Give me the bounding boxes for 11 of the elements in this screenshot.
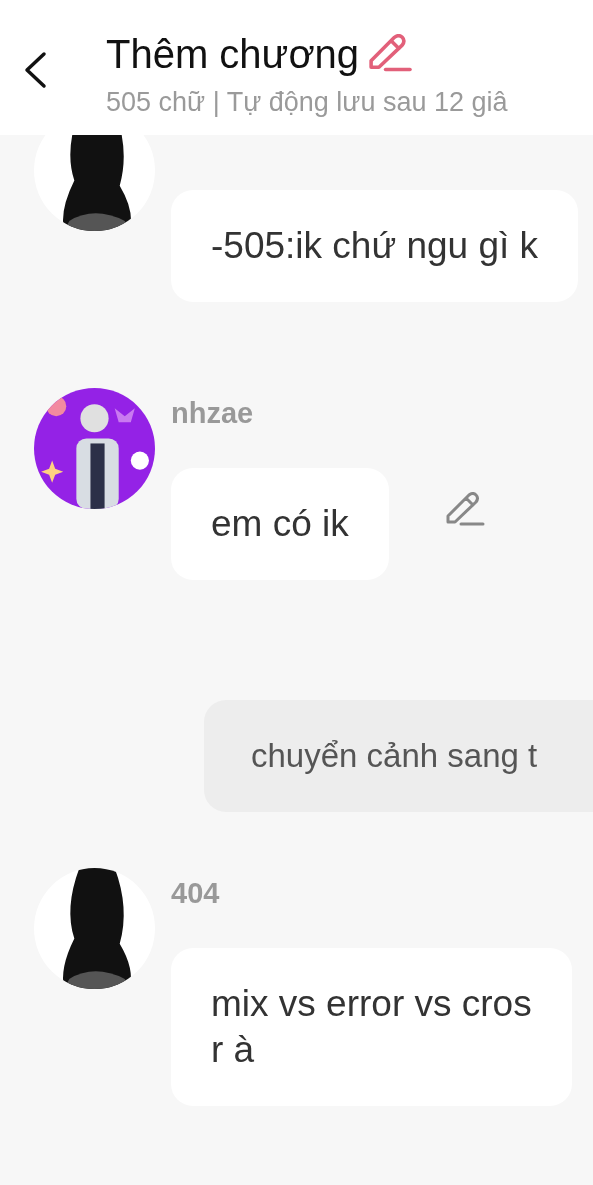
pencil-icon[interactable] [444,492,485,528]
sender-name: 404 [171,876,220,910]
sender-name: nhzae [171,396,254,430]
message-bubble[interactable]: em có ik [171,468,389,580]
narration-bubble[interactable]: chuyển cảnh sang t [204,700,593,812]
message-bubble[interactable]: -505:ik chứ ngu gì k [171,190,579,302]
word-count-status: 505 chữ | Tự động lưu sau 12 giâ [106,86,508,118]
back-icon [22,50,48,90]
chapter-title: Thêm chương [106,31,360,78]
pencil-icon[interactable] [367,34,414,74]
message-bubble[interactable]: mix vs error vs cros r à [171,948,572,1106]
